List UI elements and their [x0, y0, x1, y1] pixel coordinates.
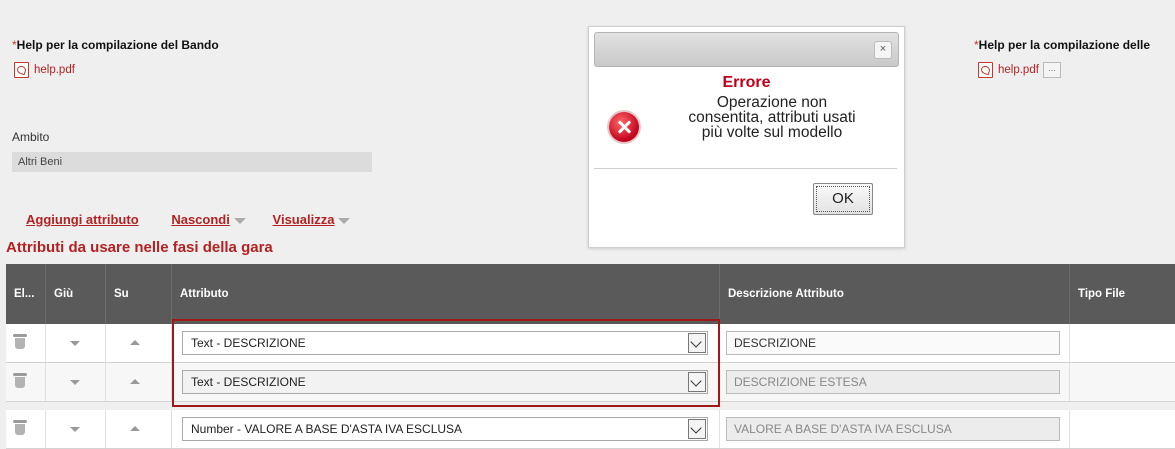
message-line: Operazione non [716, 94, 828, 111]
pdf-icon [14, 62, 29, 78]
move-up-icon[interactable] [130, 426, 140, 431]
help-bando-label: *Help per la compilazione del Bando [12, 38, 219, 52]
up-cell [106, 410, 172, 448]
help-right-label: *Help per la compilazione delle [974, 38, 1150, 52]
file-type-cell [1070, 324, 1175, 362]
chevron-down-icon[interactable] [338, 217, 351, 224]
dialog-divider [594, 168, 897, 169]
delete-cell [6, 410, 46, 448]
help-bando-file-name[interactable]: help.pdf [34, 64, 75, 76]
up-cell [106, 363, 172, 401]
ambito-value: Altri Beni [18, 156, 63, 168]
browse-button[interactable]: ... [1042, 62, 1061, 78]
description-cell: VALORE A BASE D'ASTA IVA ESCLUSA [720, 410, 1070, 448]
move-up-icon[interactable] [130, 379, 140, 384]
trash-icon[interactable] [13, 420, 27, 435]
header-up[interactable]: Su [106, 264, 172, 324]
move-down-icon[interactable] [70, 427, 80, 432]
table-row: Number - VALORE A BASE D'ASTA IVA ESCLUS… [6, 410, 1175, 449]
close-icon[interactable]: × [874, 41, 892, 59]
pdf-icon [978, 62, 993, 78]
dialog-title: Errore [722, 74, 771, 91]
ok-button[interactable]: OK [813, 183, 873, 215]
chevron-down-icon[interactable] [688, 419, 706, 439]
error-dialog: × Errore Operazione non consentita, attr… [588, 26, 905, 248]
help-bando-text: Help per la compilazione del Bando [16, 38, 219, 52]
ambito-label: Ambito [12, 130, 50, 144]
header-delete[interactable]: El... [6, 264, 46, 324]
section-title: Attributi da usare nelle fasi della gara [6, 239, 273, 256]
attribute-select[interactable]: Number - VALORE A BASE D'ASTA IVA ESCLUS… [182, 417, 708, 441]
add-attribute-link[interactable]: Aggiungi attributo [26, 212, 139, 227]
delete-cell [6, 363, 46, 401]
header-down[interactable]: Giù [46, 264, 106, 324]
error-icon [609, 112, 639, 142]
hide-menu-link[interactable]: Nascondi [171, 212, 230, 227]
toolbar: Aggiungi attributo Nascondi Visualizza [26, 212, 351, 227]
ambito-field: Altri Beni [12, 152, 372, 172]
up-cell [106, 324, 172, 362]
dialog-message: Operazione non consentita, attributi usa… [647, 94, 897, 141]
table-header: El... Giù Su Attributo Descrizione Attri… [6, 264, 1175, 324]
down-cell [46, 324, 106, 362]
duplicate-highlight [172, 319, 720, 407]
description-field[interactable]: VALORE A BASE D'ASTA IVA ESCLUSA [726, 417, 1060, 441]
description-cell: DESCRIZIONE [720, 324, 1070, 362]
message-line: consentita, attributi usati [688, 109, 856, 126]
help-right-text: Help per la compilazione delle [978, 38, 1151, 52]
description-cell: DESCRIZIONE ESTESA [720, 363, 1070, 401]
move-up-icon[interactable] [130, 340, 140, 345]
chevron-down-icon[interactable] [233, 217, 246, 224]
move-down-icon[interactable] [70, 380, 80, 385]
trash-icon[interactable] [13, 373, 27, 388]
help-bando-file-link[interactable]: help.pdf [14, 62, 75, 78]
file-type-cell [1070, 410, 1175, 448]
header-description[interactable]: Descrizione Attributo [720, 264, 1070, 324]
delete-cell [6, 324, 46, 362]
help-right-file-name[interactable]: help.pdf [998, 64, 1039, 76]
trash-icon[interactable] [13, 334, 27, 349]
view-menu-link[interactable]: Visualizza [273, 212, 335, 227]
header-file-type[interactable]: Tipo File [1070, 264, 1175, 324]
header-attribute[interactable]: Attributo [172, 264, 720, 324]
down-cell [46, 410, 106, 448]
message-line: più volte sul modello [701, 124, 843, 141]
help-right-file-link[interactable]: help.pdf... [978, 62, 1061, 78]
attribute-cell: Number - VALORE A BASE D'ASTA IVA ESCLUS… [172, 410, 720, 448]
description-field[interactable]: DESCRIZIONE ESTESA [726, 370, 1060, 394]
file-type-cell [1070, 363, 1175, 401]
attribute-select-value: Number - VALORE A BASE D'ASTA IVA ESCLUS… [191, 422, 463, 436]
dialog-titlebar[interactable]: × [594, 32, 899, 67]
down-cell [46, 363, 106, 401]
move-down-icon[interactable] [70, 341, 80, 346]
description-field[interactable]: DESCRIZIONE [726, 331, 1060, 355]
